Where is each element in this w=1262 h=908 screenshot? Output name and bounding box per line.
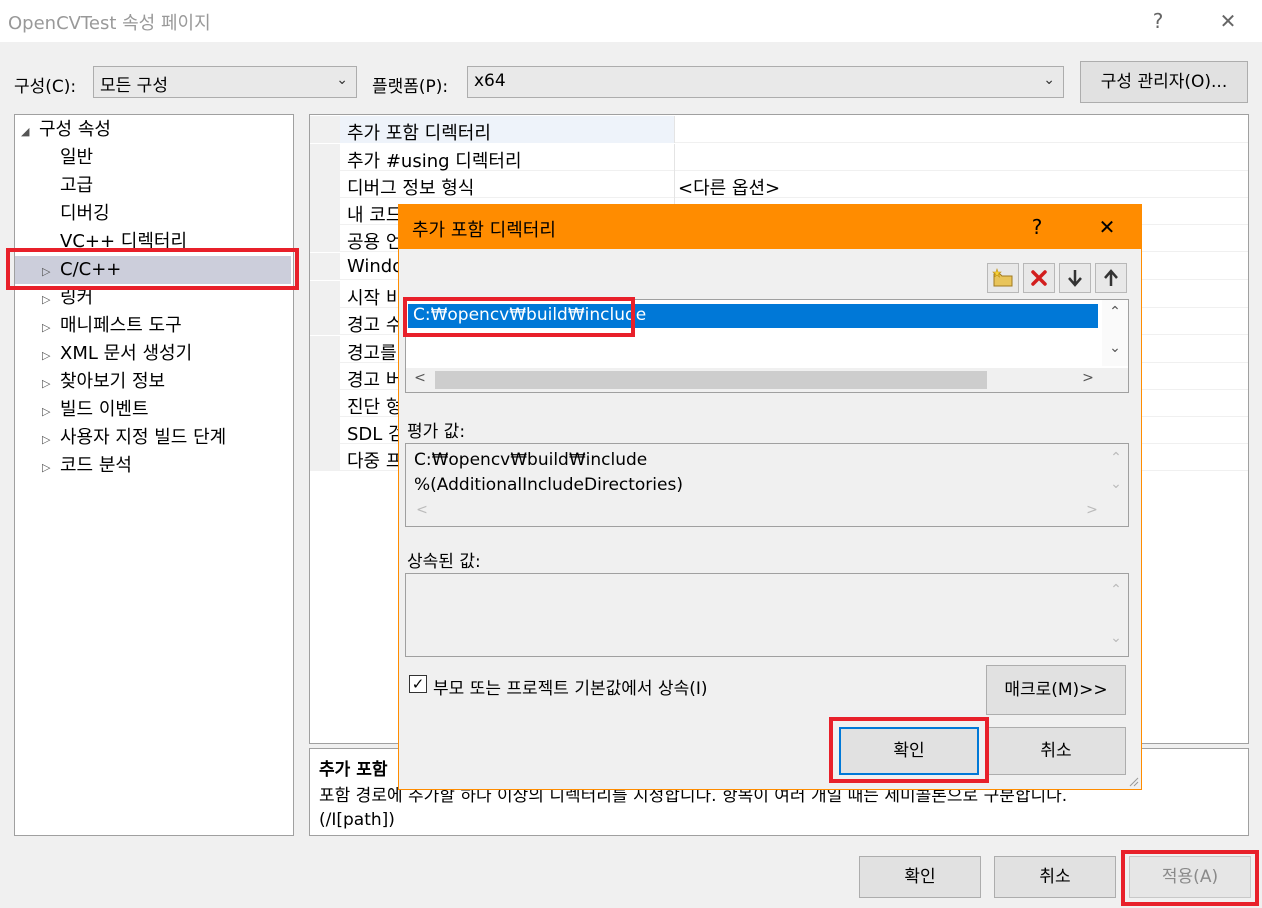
platform-select-value: x64 xyxy=(474,71,506,91)
tree-item-browse-info[interactable]: ▷ 찾아보기 정보 xyxy=(42,368,165,396)
highlight-box-include-path xyxy=(403,297,635,337)
grid-row-name: 추가 포함 디렉터리 xyxy=(347,123,491,144)
macros-button[interactable]: 매크로(M)>> xyxy=(986,665,1126,715)
grid-row-name: 내 코드 xyxy=(347,205,403,226)
tree-item-code-analysis[interactable]: ▷ 코드 분석 xyxy=(42,452,132,480)
move-up-icon[interactable] xyxy=(1095,263,1127,293)
ok-button[interactable]: 확인 xyxy=(859,856,981,898)
title-bar: OpenCVTest 속성 페이지 ? ✕ xyxy=(0,0,1262,42)
highlight-box-dialog-ok xyxy=(829,717,989,783)
tree-item-label: 링커 xyxy=(60,287,94,308)
tree-item-xml-doc[interactable]: ▷ XML 문서 생성기 xyxy=(42,340,192,368)
scroll-down-icon[interactable]: ⌄ xyxy=(1105,340,1125,356)
config-label: 구성(C): xyxy=(14,77,77,97)
close-button[interactable]: ✕ xyxy=(1206,4,1250,38)
dialog-close-button[interactable]: ✕ xyxy=(1087,211,1127,243)
scroll-left-icon[interactable]: < xyxy=(410,370,430,386)
config-manager-button[interactable]: 구성 관리자(O)... xyxy=(1080,61,1248,103)
tree-item-manifest-tool[interactable]: ▷ 매니페스트 도구 xyxy=(42,312,182,340)
window-title: OpenCVTest 속성 페이지 xyxy=(8,13,211,34)
inherited-value-box: ⌃ ⌄ xyxy=(405,573,1129,657)
expanded-triangle-icon: ◢ xyxy=(21,125,30,138)
scroll-up-icon[interactable]: ⌃ xyxy=(1105,304,1125,320)
grid-row-name: 추가 #using 디렉터리 xyxy=(347,151,522,172)
tree-item-advanced[interactable]: 고급 xyxy=(60,172,93,200)
chevron-down-icon: ⌄ xyxy=(1043,72,1055,88)
scroll-down-icon: ⌄ xyxy=(1110,476,1122,492)
grid-row-name: 시작 비 xyxy=(347,288,403,309)
collapsed-triangle-icon: ▷ xyxy=(42,405,51,418)
collapsed-triangle-icon: ▷ xyxy=(42,321,51,334)
grid-row[interactable]: 추가 #using 디렉터리 xyxy=(310,144,1248,172)
scroll-left-icon: < xyxy=(416,502,428,518)
tree-item-label: 매니페스트 도구 xyxy=(60,315,182,336)
highlight-box-cpp xyxy=(6,248,299,290)
grid-row-name: 다중 프 xyxy=(347,451,403,472)
chevron-down-icon: ⌄ xyxy=(336,72,348,88)
tree-item-debugging[interactable]: 디버깅 xyxy=(60,200,110,228)
dialog-title-bar: 추가 포함 디렉터리 ? ✕ xyxy=(399,205,1141,249)
scroll-up-icon: ⌃ xyxy=(1110,450,1122,466)
scroll-right-icon[interactable]: > xyxy=(1078,370,1098,386)
list-vertical-scrollbar[interactable]: ⌃ ⌄ xyxy=(1102,300,1128,366)
platform-select[interactable]: x64 ⌄ xyxy=(467,66,1064,98)
tree-item-custom-build[interactable]: ▷ 사용자 지정 빌드 단계 xyxy=(42,424,226,452)
grid-row-name: Windo xyxy=(347,256,404,277)
grid-row-name: 공용 언 xyxy=(347,232,403,253)
grid-row-name: SDL 검 xyxy=(347,424,405,445)
property-tree: ◢ 구성 속성 일반 고급 디버깅 VC++ 디렉터리 ▷ C/C++ ▷ 링커 ▷ 매… xyxy=(14,114,294,836)
evaluated-line: C:₩opencv₩build₩include xyxy=(414,450,648,470)
inherited-value-label: 상속된 값: xyxy=(407,552,481,572)
tree-item-label: 사용자 지정 빌드 단계 xyxy=(60,427,227,448)
evaluated-value-box: C:₩opencv₩build₩include %(AdditionalIncl… xyxy=(405,443,1129,527)
inherit-checkbox[interactable]: ✓ xyxy=(409,675,427,693)
resize-grip-icon[interactable] xyxy=(1127,775,1139,787)
collapsed-triangle-icon: ▷ xyxy=(42,377,51,390)
tree-item-label: 빌드 이벤트 xyxy=(60,399,149,420)
collapsed-triangle-icon: ▷ xyxy=(42,433,51,446)
grid-row-name: 디버그 정보 형식 xyxy=(347,178,475,199)
grid-row-name: 경고를 xyxy=(347,343,397,364)
config-select-value: 모든 구성 xyxy=(100,76,168,96)
grid-row[interactable]: 디버그 정보 형식 <다른 옵션> xyxy=(310,171,1248,199)
grid-row-name: 경고 버 xyxy=(347,370,403,391)
grid-row[interactable]: 추가 포함 디렉터리 xyxy=(310,116,1248,144)
tree-item-label: 코드 분석 xyxy=(60,455,132,476)
config-select[interactable]: 모든 구성 ⌄ xyxy=(93,66,357,98)
collapsed-triangle-icon: ▷ xyxy=(42,461,51,474)
inherit-checkbox-label[interactable]: 부모 또는 프로젝트 기본값에서 상속(I) xyxy=(433,674,708,699)
delete-icon[interactable] xyxy=(1023,263,1055,293)
tree-item-config-properties[interactable]: ◢ 구성 속성 xyxy=(21,116,111,144)
list-horizontal-scrollbar[interactable]: < > xyxy=(406,368,1128,392)
scroll-right-icon: > xyxy=(1086,502,1098,518)
grid-row-value: <다른 옵션> xyxy=(678,178,781,199)
dialog-cancel-button[interactable]: 취소 xyxy=(986,727,1126,775)
highlight-box-apply xyxy=(1121,850,1259,906)
new-folder-icon[interactable] xyxy=(987,263,1019,293)
collapsed-triangle-icon: ▷ xyxy=(42,293,51,306)
scroll-up-icon: ⌃ xyxy=(1110,582,1122,598)
help-button[interactable]: ? xyxy=(1136,4,1180,38)
tree-item-build-events[interactable]: ▷ 빌드 이벤트 xyxy=(42,396,149,424)
platform-label: 플랫폼(P): xyxy=(372,77,449,97)
scrollbar-thumb[interactable] xyxy=(435,371,987,389)
dialog-help-button[interactable]: ? xyxy=(1017,211,1057,243)
grid-row-name: 경고 수 xyxy=(347,315,403,336)
scroll-down-icon: ⌄ xyxy=(1110,630,1122,646)
collapsed-triangle-icon: ▷ xyxy=(42,349,51,362)
tree-item-general[interactable]: 일반 xyxy=(60,144,93,172)
tree-item-label: 찾아보기 정보 xyxy=(60,371,166,392)
tree-item-label: 구성 속성 xyxy=(39,119,111,140)
evaluated-line: %(AdditionalIncludeDirectories) xyxy=(414,475,683,495)
evaluated-value-label: 평가 값: xyxy=(407,422,466,442)
tree-item-label: XML 문서 생성기 xyxy=(60,343,193,364)
cancel-button[interactable]: 취소 xyxy=(994,856,1116,898)
dialog-title: 추가 포함 디렉터리 xyxy=(412,220,556,241)
description-flag: (/I[path]) xyxy=(319,810,395,830)
include-dirs-dialog: 추가 포함 디렉터리 ? ✕ C:₩opencv₩build₩include ⌃… xyxy=(398,204,1142,790)
grid-row-name: 진단 형 xyxy=(347,397,403,418)
move-down-icon[interactable] xyxy=(1059,263,1091,293)
